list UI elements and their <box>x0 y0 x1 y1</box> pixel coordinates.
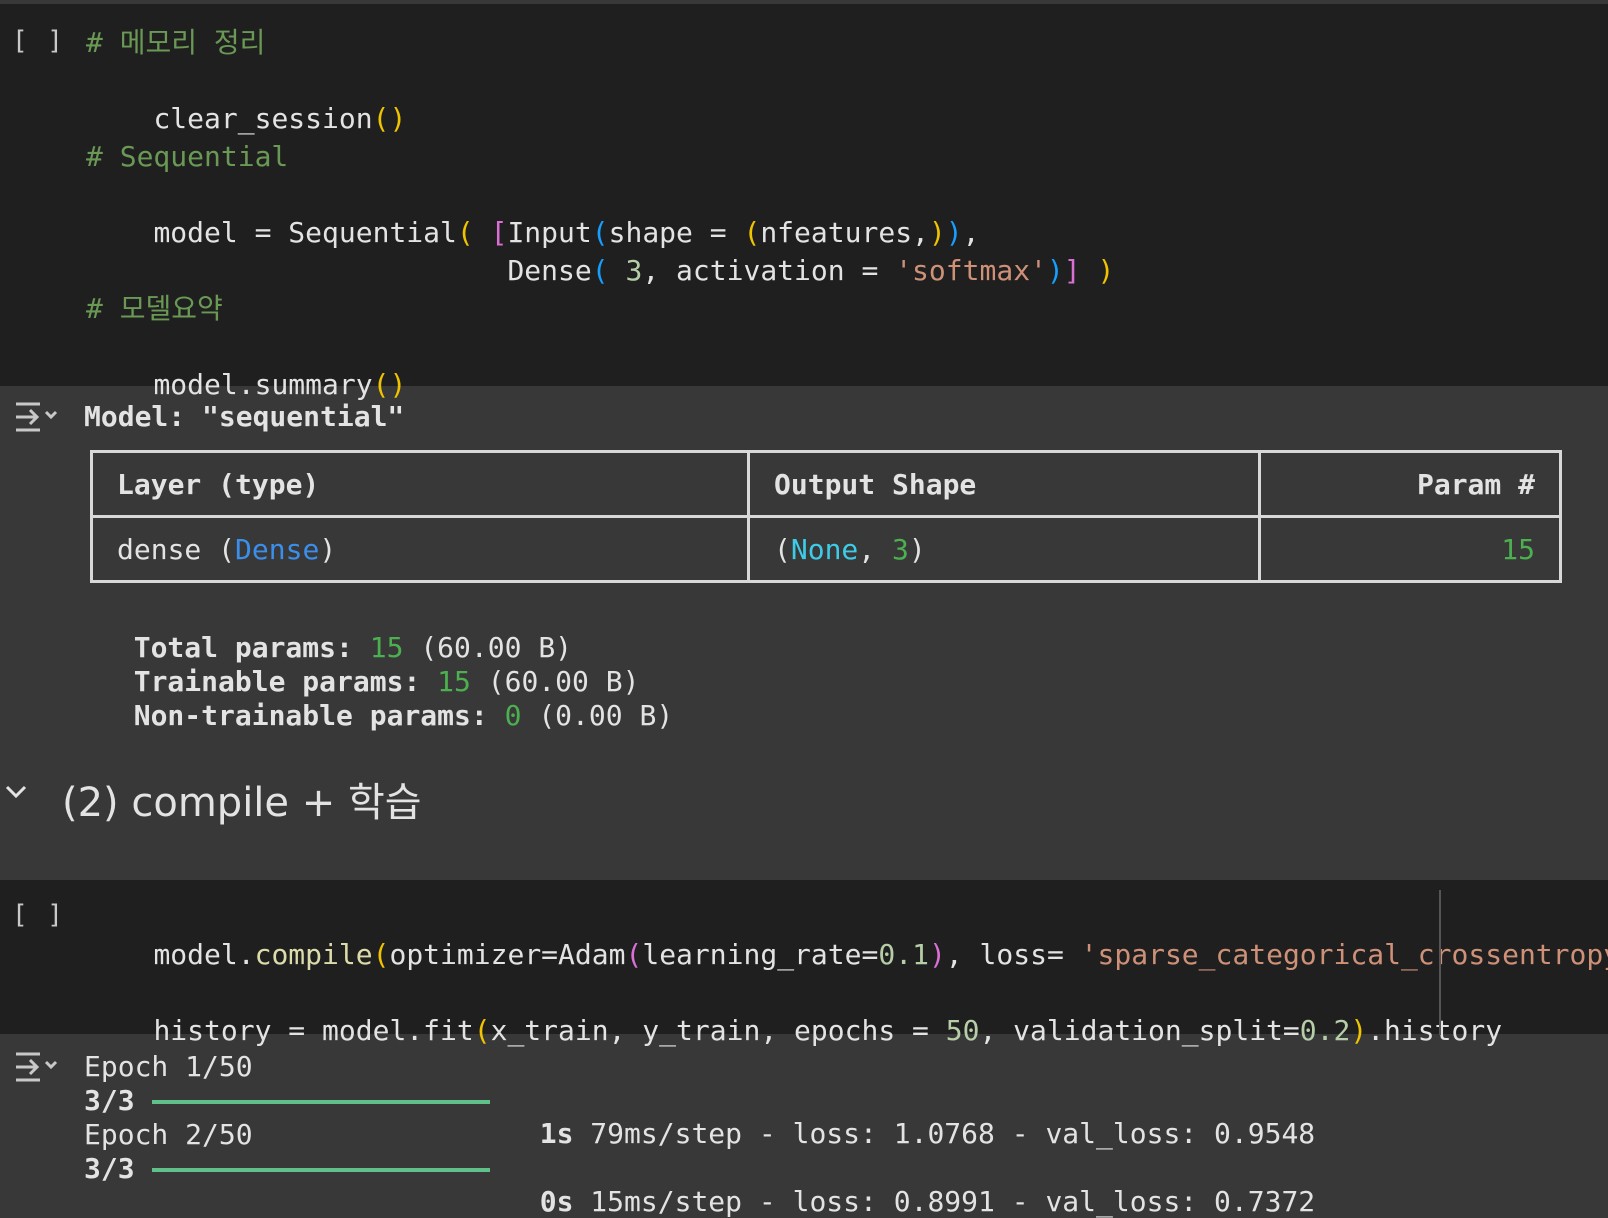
code-line: history = model.fit(x_train, y_train, ep… <box>153 1014 1503 1047</box>
step-count: 3/3 <box>84 1152 135 1185</box>
model-summary-table: Layer (type) Output Shape Param # dense … <box>90 450 1562 583</box>
epoch-stats: 1s 79ms/step - loss: 1.0768 - val_loss: … <box>539 1117 1316 1150</box>
progress-bar <box>152 1168 490 1172</box>
step-count: 3/3 <box>84 1084 135 1117</box>
comment-line: # Sequential <box>86 140 289 173</box>
table-row: dense (Dense) (None, 3) 15 <box>90 515 1562 583</box>
output-toggle-icon[interactable] <box>14 400 58 434</box>
code-line: Dense( 3, activation = 'softmax')] ) <box>507 254 1115 287</box>
comment-line: # 메모리 정리 <box>86 26 266 59</box>
progress-bar <box>152 1100 490 1104</box>
param-cell: 15 <box>1258 515 1562 583</box>
table-header: Param # <box>1258 450 1562 518</box>
table-header-row: Layer (type) Output Shape Param # <box>90 450 1562 518</box>
run-cell-button[interactable]: [ ] <box>12 26 65 56</box>
non-trainable-params: Non-trainable params: 0 (0.00 B) <box>133 699 674 732</box>
layer-cell: dense (Dense) <box>90 515 750 583</box>
epoch-label: Epoch 2/50 <box>84 1118 253 1151</box>
run-cell-button[interactable]: [ ] <box>12 900 65 930</box>
model-title: Model: "sequential" <box>84 400 405 433</box>
chevron-down-icon[interactable] <box>4 784 28 800</box>
output-toggle-icon[interactable] <box>14 1050 58 1084</box>
comment-line: # 모델요약 <box>86 292 223 325</box>
section-heading: (2) compile + 학습 <box>62 780 422 826</box>
code-cell-2[interactable]: [ ] model.compile(optimizer=Adam(learnin… <box>0 880 1608 1047</box>
output-shape-cell: (None, 3) <box>747 515 1261 583</box>
vertical-ruler <box>1439 890 1441 1035</box>
epoch-label: Epoch 1/50 <box>84 1050 253 1083</box>
table-header: Layer (type) <box>90 450 750 518</box>
table-header: Output Shape <box>747 450 1261 518</box>
code-cell-1[interactable]: [ ] # 메모리 정리 clear_session() # Sequentia… <box>0 4 1608 401</box>
epoch-stats: 0s 15ms/step - loss: 0.8991 - val_loss: … <box>539 1185 1316 1218</box>
